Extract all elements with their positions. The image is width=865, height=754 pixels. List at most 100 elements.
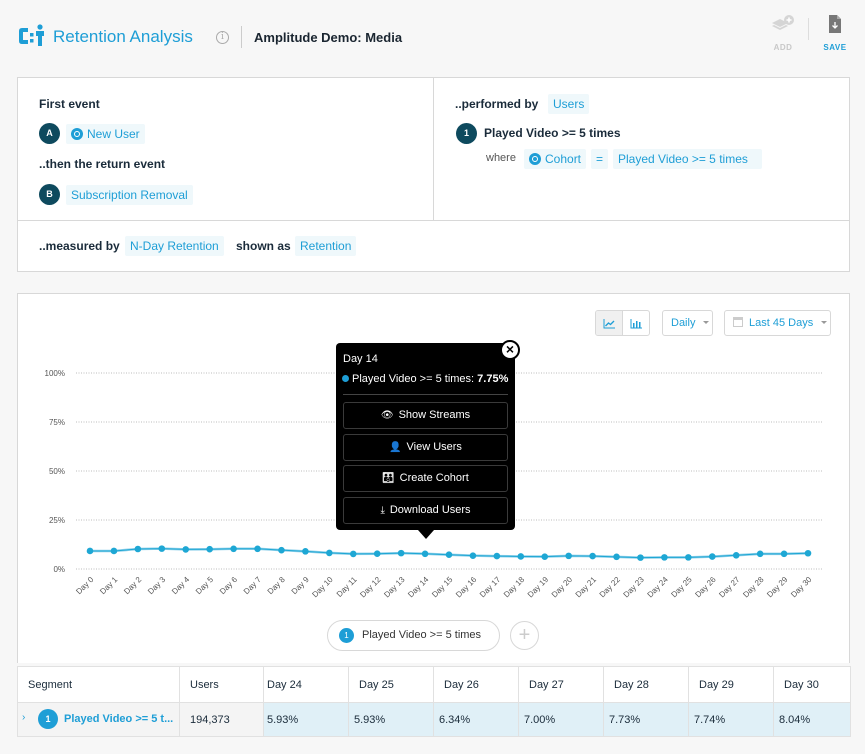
data-point (637, 554, 644, 561)
x-tick-label: Day 27 (717, 575, 742, 600)
table-row[interactable]: › 1 Played Video >= 5 t... 194,373 5.93%… (18, 703, 851, 737)
data-point (111, 548, 118, 555)
x-tick-label: Day 24 (646, 575, 671, 600)
x-tick-label: Day 29 (765, 575, 790, 600)
tooltip-series-value: 7.75% (477, 373, 508, 385)
segment-name[interactable]: Played Video >= 5 t... (64, 713, 173, 725)
data-point (733, 552, 740, 559)
x-tick-label: Day 2 (122, 575, 144, 597)
column-header-users[interactable]: Users (180, 667, 264, 703)
x-tick-label: Day 5 (194, 575, 216, 597)
data-point (685, 554, 692, 561)
view-users-button[interactable]: 👤 View Users (343, 434, 508, 461)
column-header-day-24[interactable]: Day 24 (264, 667, 349, 703)
x-tick-label: Day 13 (382, 575, 407, 600)
eye-icon: 👁 (381, 410, 394, 421)
data-point (182, 546, 189, 553)
data-point (805, 550, 812, 557)
data-point (398, 550, 405, 557)
show-streams-button[interactable]: 👁 Show Streams (343, 402, 508, 429)
retention-cell[interactable]: 6.34% (434, 703, 519, 737)
x-tick-label: Day 1 (98, 575, 120, 597)
data-point (135, 546, 142, 553)
x-tick-label: Day 8 (266, 575, 288, 597)
x-tick-label: Day 16 (454, 575, 479, 600)
data-point (494, 553, 501, 560)
x-tick-label: Day 26 (693, 575, 718, 600)
x-tick-label: Day 11 (335, 575, 359, 599)
expand-chevron-icon[interactable]: › (22, 712, 25, 723)
y-tick-label: 100% (45, 369, 65, 378)
data-point (230, 546, 237, 553)
view-users-label: View Users (407, 441, 462, 453)
x-tick-label: Day 10 (310, 575, 335, 600)
data-point (278, 547, 285, 554)
column-header-segment[interactable]: Segment (18, 667, 180, 703)
series-color-dot (342, 375, 349, 382)
x-tick-label: Day 0 (74, 575, 96, 597)
data-point (661, 554, 668, 561)
data-point (518, 553, 525, 560)
tooltip-divider (343, 394, 508, 395)
data-point (422, 551, 429, 558)
segment-badge: 1 (38, 709, 58, 729)
x-tick-label: Day 19 (526, 575, 551, 600)
close-tooltip-button[interactable]: × (500, 340, 520, 360)
x-tick-label: Day 14 (406, 575, 431, 600)
x-tick-label: Day 9 (290, 575, 312, 597)
column-header-day-30[interactable]: Day 30 (774, 667, 851, 703)
data-point (565, 553, 572, 560)
x-tick-label: Day 30 (789, 575, 814, 600)
create-cohort-button[interactable]: 👪 Create Cohort (343, 465, 508, 492)
retention-cell[interactable]: 5.93% (264, 703, 349, 737)
data-point (159, 545, 166, 552)
download-users-button[interactable]: ⤓ Download Users (343, 497, 508, 524)
x-tick-label: Day 3 (146, 575, 168, 597)
data-point (709, 553, 716, 560)
retention-table: Segment Users Day 24 Day 25 Day 26 Day 2… (17, 666, 851, 737)
retention-cell[interactable]: 7.74% (689, 703, 774, 737)
legend-label: Played Video >= 5 times (362, 629, 481, 641)
data-point (757, 551, 764, 558)
x-tick-label: Day 18 (502, 575, 527, 600)
data-point (589, 553, 596, 560)
x-tick-label: Day 22 (598, 575, 623, 600)
x-tick-label: Day 17 (478, 575, 503, 600)
x-tick-label: Day 4 (170, 575, 192, 597)
download-users-label: Download Users (390, 504, 471, 516)
retention-cell[interactable]: 5.93% (349, 703, 434, 737)
x-tick-label: Day 15 (430, 575, 455, 600)
retention-cell[interactable]: 8.04% (774, 703, 851, 737)
data-point (350, 551, 357, 558)
chart-tooltip: Day 14 Played Video >= 5 times: 7.75% 👁S… (336, 343, 515, 530)
column-header-day-25[interactable]: Day 25 (349, 667, 434, 703)
users-cell: 194,373 (180, 703, 264, 737)
user-icon: 👤 (389, 442, 401, 453)
table-header-row: Segment Users Day 24 Day 25 Day 26 Day 2… (18, 667, 851, 703)
data-point (254, 546, 261, 553)
x-tick-label: Day 12 (358, 575, 383, 600)
create-cohort-label: Create Cohort (400, 472, 469, 484)
legend-badge: 1 (339, 628, 354, 643)
segment-cell[interactable]: › 1 Played Video >= 5 t... (18, 703, 180, 737)
column-header-day-28[interactable]: Day 28 (604, 667, 689, 703)
x-tick-label: Day 7 (242, 575, 264, 597)
column-header-day-29[interactable]: Day 29 (689, 667, 774, 703)
cohort-icon: 👪 (382, 473, 394, 484)
column-header-day-26[interactable]: Day 26 (434, 667, 519, 703)
show-streams-label: Show Streams (399, 409, 471, 421)
data-point (326, 550, 333, 557)
data-point (470, 552, 477, 559)
add-segment-button[interactable]: + (510, 621, 539, 650)
column-header-day-27[interactable]: Day 27 (519, 667, 604, 703)
x-tick-label: Day 23 (622, 575, 647, 600)
download-icon: ⤓ (380, 505, 384, 516)
data-point (374, 550, 381, 557)
retention-cell[interactable]: 7.00% (519, 703, 604, 737)
retention-cell[interactable]: 7.73% (604, 703, 689, 737)
y-tick-label: 0% (53, 565, 65, 574)
legend-item[interactable]: 1 Played Video >= 5 times (327, 620, 500, 651)
x-tick-label: Day 20 (550, 575, 575, 600)
tooltip-series-label: Played Video >= 5 times: (352, 373, 474, 385)
x-tick-label: Day 25 (669, 575, 694, 600)
